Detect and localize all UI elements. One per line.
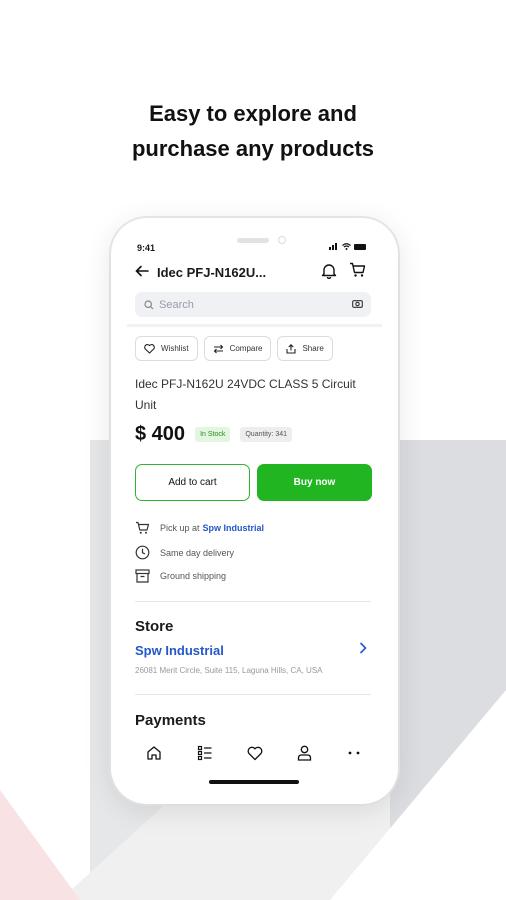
compare-label: Compare [229, 344, 263, 353]
divider [127, 324, 382, 327]
chevron-right-icon[interactable] [359, 642, 367, 654]
divider [135, 694, 371, 695]
cart-icon[interactable] [349, 262, 367, 280]
search-input[interactable]: Search [135, 292, 371, 317]
same-day-row: Same day delivery [135, 545, 234, 560]
store-name-link[interactable]: Spw Industrial [135, 643, 224, 658]
wishlist-button[interactable]: Wishlist [135, 336, 198, 361]
phone-frame: 9:41 Idec PFJ-N162U... Search Wishlist C… [111, 218, 398, 804]
pickup-prefix: Pick up at [160, 523, 200, 533]
speaker-notch [237, 238, 269, 243]
home-icon[interactable] [146, 745, 162, 761]
buy-now-button[interactable]: Buy now [257, 464, 372, 501]
share-icon [286, 343, 297, 354]
search-placeholder: Search [159, 298, 194, 311]
product-price: $ 400 [135, 423, 186, 445]
add-to-cart-button[interactable]: Add to cart [135, 464, 250, 501]
status-icons [329, 243, 366, 250]
catalog-icon[interactable] [197, 745, 213, 761]
same-day-label: Same day delivery [160, 547, 235, 558]
bottom-navigation [111, 733, 398, 773]
divider [135, 601, 371, 602]
heart-icon [144, 343, 155, 354]
pickup-store-link[interactable]: Spw Industrial [203, 523, 265, 533]
ground-row: Ground shipping [135, 569, 226, 583]
wishlist-label: Wishlist [161, 344, 189, 353]
clock-icon [135, 545, 150, 560]
search-icon [144, 299, 154, 309]
favorites-icon[interactable] [247, 746, 263, 761]
store-address: 26081 Merit Circle, Suite 115, Laguna Hi… [135, 666, 323, 675]
share-label: Share [302, 344, 324, 353]
compare-button[interactable]: Compare [203, 336, 272, 361]
home-indicator [209, 780, 299, 784]
quantity-badge: Quantity: 341 [240, 427, 292, 442]
pickup-row: Pick up at Spw Industrial [135, 521, 264, 535]
store-heading: Store [135, 618, 174, 635]
more-icon[interactable] [347, 751, 363, 755]
wifi-icon [342, 243, 351, 250]
background-pink-corner [0, 790, 80, 900]
price-row: $ 400 In Stock Quantity: 341 [135, 423, 292, 446]
back-arrow-icon[interactable] [135, 264, 153, 281]
battery-icon [354, 243, 366, 250]
headline-line-2: purchase any products [131, 136, 375, 161]
share-button[interactable]: Share [277, 336, 333, 361]
page-title: Idec PFJ-N162U... [157, 264, 267, 280]
camera-icon[interactable] [352, 299, 363, 308]
signal-icon [329, 243, 339, 250]
stock-badge: In Stock [195, 427, 231, 442]
compare-icon [213, 344, 223, 353]
product-actions: Wishlist Compare Share [135, 336, 333, 361]
product-name: Idec PFJ-N162U 24VDC CLASS 5 Circuit Uni… [135, 377, 356, 412]
payments-heading: Payments [135, 712, 206, 729]
status-time: 9:41 [137, 243, 156, 253]
profile-icon[interactable] [297, 745, 312, 761]
headline-line-1: Easy to explore and [149, 101, 357, 126]
bell-icon[interactable] [321, 262, 339, 280]
camera-notch [278, 236, 286, 244]
cart-pickup-icon [136, 521, 150, 534]
promo-headline: Easy to explore and purchase any product… [0, 96, 506, 166]
top-bar: Idec PFJ-N162U... [135, 262, 375, 282]
box-icon [135, 569, 150, 583]
ground-label: Ground shipping [160, 571, 227, 581]
